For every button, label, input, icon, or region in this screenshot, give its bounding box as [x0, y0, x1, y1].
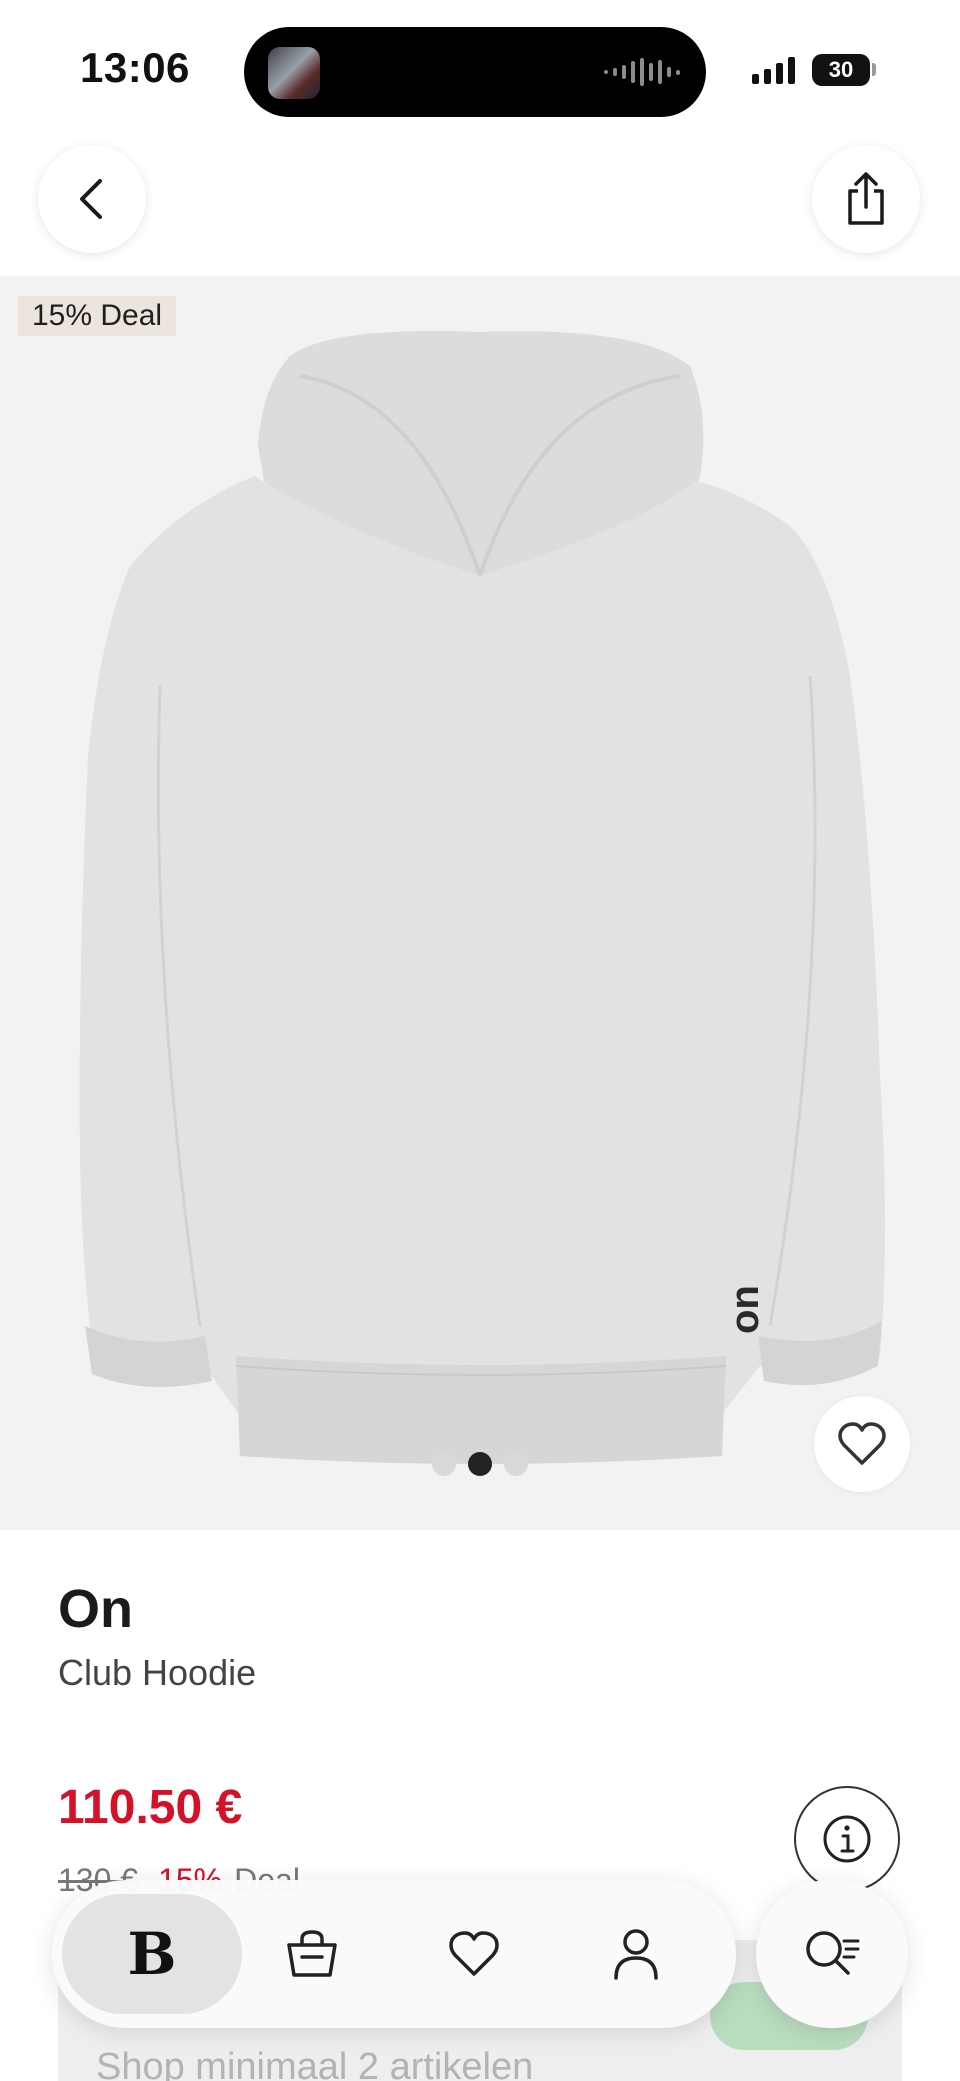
carousel-dot[interactable] [432, 1452, 456, 1476]
audio-waveform-icon [604, 57, 680, 87]
brand-b-icon: B [127, 1920, 177, 1988]
deal-badge: 15% Deal [18, 296, 177, 336]
search-list-icon [806, 1931, 860, 1975]
heart-icon [449, 1931, 499, 1976]
chevron-left-icon [80, 179, 102, 219]
cellular-signal-icon [752, 56, 795, 84]
add-to-wishlist-button[interactable] [814, 1396, 910, 1492]
battery-level: 30 [828, 57, 854, 82]
person-icon [614, 1929, 658, 1980]
battery-cap [872, 63, 876, 76]
promo-text: Shop minimaal 2 artikelen [96, 2046, 534, 2081]
battery-icon: 30 [812, 54, 870, 86]
price-info-button[interactable] [794, 1786, 900, 1892]
dynamic-island[interactable] [244, 27, 706, 117]
now-playing-artwork [268, 47, 320, 99]
tab-profile[interactable] [576, 1894, 696, 2014]
tab-home[interactable]: B [62, 1894, 242, 2014]
bottom-tab-bar: B [52, 1880, 736, 2028]
carousel-dot-active[interactable] [468, 1452, 492, 1476]
shopping-bag-icon [287, 1930, 337, 1977]
search-button[interactable] [756, 1880, 908, 2028]
status-bar: 13:06 30 [0, 0, 960, 140]
status-time: 13:06 [80, 44, 190, 91]
product-name: Club Hoodie [58, 1652, 257, 1693]
tab-bag[interactable] [252, 1894, 372, 2014]
tab-wishlist[interactable] [414, 1894, 534, 2014]
hoodie-product-image: on [79, 331, 885, 1464]
heart-icon [838, 1422, 886, 1465]
product-brand[interactable]: On [58, 1578, 133, 1640]
product-image-carousel[interactable]: on 15% Deal [0, 276, 960, 1530]
carousel-dot[interactable] [504, 1452, 528, 1476]
share-icon [848, 172, 884, 225]
share-button[interactable] [812, 145, 920, 253]
info-icon [823, 1815, 871, 1863]
svg-text:on: on [723, 1285, 767, 1334]
product-price: 110.50 € [58, 1781, 243, 1834]
back-button[interactable] [38, 145, 146, 253]
